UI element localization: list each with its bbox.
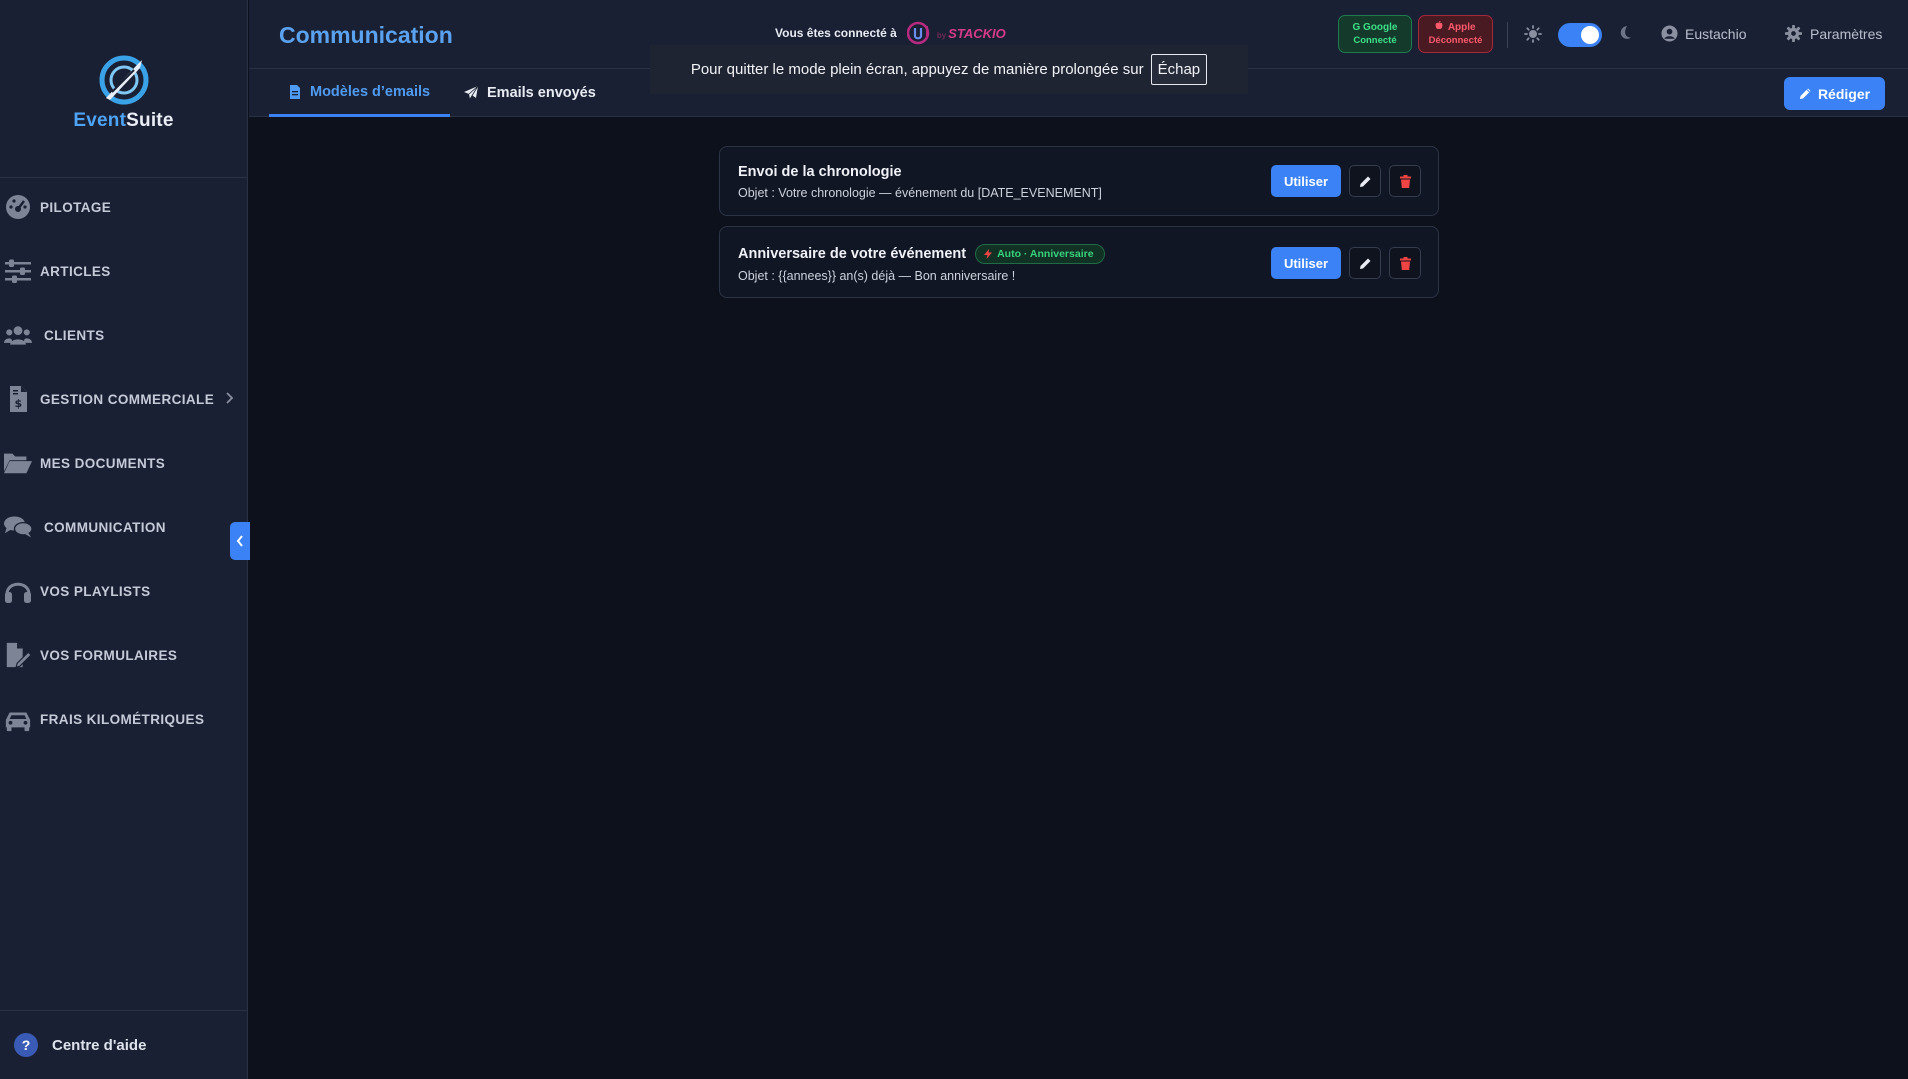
user-circle-icon [1661,25,1678,42]
page-title: Communication [279,22,453,48]
bolt-icon [984,249,993,259]
users-icon [4,321,36,349]
connected-label: Vous êtes connecté à [775,26,897,40]
tab-email-templates[interactable]: Modèles d’emails [269,69,451,117]
question-icon: ? [14,1033,38,1057]
sidebar-nav: PILOTAGE ARTICLES CLIENTS $ GESTION COMM… [0,175,248,751]
template-subject: Objet : Votre chronologie — événement du… [738,186,1102,200]
use-template-button[interactable]: Utiliser [1271,247,1341,279]
pencil-icon [1359,258,1370,269]
help-center-label: Centre d'aide [52,1036,147,1054]
sidebar-item-label: PILOTAGE [40,199,112,215]
sidebar-item-articles[interactable]: ARTICLES [0,239,248,303]
theme-toggle[interactable] [1558,23,1602,47]
moon-icon[interactable] [1616,24,1634,42]
compose-email-button[interactable]: Rédiger [1784,77,1885,110]
apple-icon [1435,20,1443,30]
app-root: EventSuite PILOTAGE ARTICLES CLIENTS $ G… [0,0,1908,1079]
google-icon: G [1352,22,1361,33]
headphones-icon [4,577,36,605]
gear-icon [1785,25,1802,42]
chevron-right-icon [224,391,234,405]
sidebar-item-gestion-commerciale[interactable]: $ GESTION COMMERCIALE [0,367,248,431]
sidebar-item-pilotage[interactable]: PILOTAGE [0,175,248,239]
sidebar-item-frais-kilometriques[interactable]: FRAIS KILOMÉTRIQUES [0,687,248,751]
delete-template-button[interactable] [1389,247,1421,279]
google-label: G Google [1352,22,1398,33]
toast-key: Échap [1150,54,1208,85]
trash-icon [1399,256,1411,270]
tab-label: Modèles d’emails [310,83,431,100]
template-card: Anniversaire de votre événement Auto · A… [719,226,1439,298]
user-name: Eustachio [1685,25,1747,42]
delete-template-button[interactable] [1389,165,1421,197]
fullscreen-exit-toast: Pour quitter le mode plein écran, appuye… [650,45,1248,94]
header-divider [1507,22,1508,48]
template-subject: Objet : {{annees}} an(s) déjà — Bon anni… [738,269,1016,283]
tab-sent-emails[interactable]: Emails envoyés [444,69,616,117]
brand-name: EventSuite [73,109,174,131]
sidebar-item-label: FRAIS KILOMÉTRIQUES [40,711,205,727]
google-status: Connecté [1353,35,1397,46]
connected-platform: Vous êtes connecté à by STACKIO [775,20,1006,46]
paper-plane-icon [464,86,478,100]
dashboard-icon [4,193,36,221]
chevron-left-icon [236,535,243,547]
sidebar-collapse-button[interactable] [230,522,250,560]
pencil-icon [1799,88,1811,99]
apple-status: Déconnecté [1428,35,1483,46]
toast-message: Pour quitter le mode plein écran, appuye… [690,61,1144,78]
partner-prefix: by [936,30,947,40]
use-template-button[interactable]: Utiliser [1271,165,1341,197]
sidebar-item-communication[interactable]: COMMUNICATION [0,495,248,559]
sidebar: EventSuite PILOTAGE ARTICLES CLIENTS $ G… [0,0,248,1079]
template-card: Envoi de la chronologie Objet : Votre ch… [719,146,1439,216]
partner-mark-icon [906,21,930,45]
apple-calendar-status-button[interactable]: Apple Déconnecté [1418,15,1493,53]
help-center-link[interactable]: ? Centre d'aide [0,1010,248,1079]
sidebar-item-label: MES DOCUMENTS [40,455,166,471]
auto-anniversary-badge: Auto · Anniversaire [975,244,1105,264]
sidebar-item-vos-playlists[interactable]: VOS PLAYLISTS [0,559,248,623]
car-icon [4,705,36,733]
document-icon [290,84,300,99]
compose-label: Rédiger [1817,85,1871,102]
pencil-icon [1359,176,1370,187]
invoice-icon: $ [4,385,36,413]
trash-icon [1399,174,1411,188]
apple-label: Apple [1435,20,1476,34]
folder-open-icon [4,449,36,477]
google-calendar-status-button[interactable]: G Google Connecté [1338,15,1412,53]
user-menu[interactable]: Eustachio [1661,25,1746,42]
eventsuite-logo-icon [99,55,148,104]
sidebar-item-label: COMMUNICATION [44,519,166,535]
brand-logo[interactable]: EventSuite [0,0,247,178]
svg-text:$: $ [14,397,22,410]
template-title: Envoi de la chronologie [738,164,902,180]
edit-template-button[interactable] [1349,247,1381,279]
tab-label: Emails envoyés [487,85,596,101]
sun-icon[interactable] [1524,25,1542,43]
sidebar-item-mes-documents[interactable]: MES DOCUMENTS [0,431,248,495]
sidebar-item-label: VOS PLAYLISTS [40,583,151,599]
settings-label: Paramètres [1810,25,1883,42]
form-edit-icon [4,641,36,669]
partner-logo[interactable]: by STACKIO [906,20,1006,46]
sidebar-item-label: GESTION COMMERCIALE [40,391,215,407]
sidebar-item-label: VOS FORMULAIRES [40,647,178,663]
settings-link[interactable]: Paramètres [1785,25,1882,42]
chat-icon [4,513,36,541]
template-title: Anniversaire de votre événement Auto · A… [738,244,1105,264]
sidebar-item-label: ARTICLES [40,263,111,279]
sliders-icon [4,257,36,285]
edit-template-button[interactable] [1349,165,1381,197]
partner-brand: STACKIO [948,25,1006,41]
sidebar-item-clients[interactable]: CLIENTS [0,303,248,367]
theme-toggle-knob [1581,26,1599,44]
sidebar-item-vos-formulaires[interactable]: VOS FORMULAIRES [0,623,248,687]
sidebar-item-label: CLIENTS [44,327,105,343]
